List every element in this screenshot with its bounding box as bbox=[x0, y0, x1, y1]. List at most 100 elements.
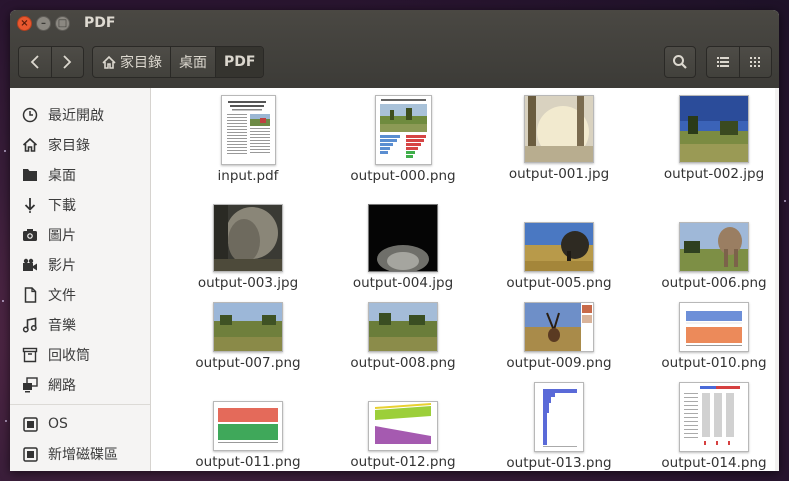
sidebar-item-label: 家目錄 bbox=[48, 138, 90, 154]
file-thumbnail bbox=[368, 401, 438, 451]
scrollbar[interactable] bbox=[775, 88, 779, 471]
file-item[interactable]: output-004.jpg bbox=[328, 204, 478, 291]
breadcrumb-home[interactable]: 家目錄 bbox=[93, 47, 170, 77]
file-item[interactable]: output-009.png bbox=[484, 302, 634, 371]
sidebar-item-network[interactable]: 網路 bbox=[10, 370, 150, 400]
file-thumbnail bbox=[368, 302, 438, 352]
file-thumbnail bbox=[679, 95, 749, 163]
file-thumbnail bbox=[220, 95, 276, 165]
trash-icon bbox=[20, 347, 40, 363]
breadcrumb-label: 桌面 bbox=[179, 55, 207, 71]
file-name: output-013.png bbox=[506, 455, 612, 471]
wallpaper-star bbox=[784, 200, 786, 202]
file-thumbnail bbox=[524, 302, 594, 352]
minimize-button[interactable]: – bbox=[36, 16, 51, 31]
sidebar-item-label: OS bbox=[48, 416, 68, 432]
file-item[interactable]: output-003.jpg bbox=[173, 204, 323, 291]
sidebar-item-recent[interactable]: 最近開啟 bbox=[10, 100, 150, 130]
search-button[interactable] bbox=[664, 46, 696, 78]
file-name: output-004.jpg bbox=[352, 275, 454, 291]
file-item[interactable]: output-013.png bbox=[484, 382, 634, 471]
file-thumbnail bbox=[374, 95, 432, 165]
file-item[interactable]: output-010.png bbox=[639, 302, 779, 371]
file-item[interactable]: output-014.png bbox=[639, 382, 779, 471]
close-button[interactable]: × bbox=[17, 16, 32, 31]
sidebar-item-label: 網路 bbox=[48, 378, 76, 394]
forward-button[interactable] bbox=[50, 47, 84, 77]
wallpaper-star bbox=[2, 300, 4, 302]
sidebar-item-pictures[interactable]: 圖片 bbox=[10, 220, 150, 250]
file-grid: input.pdf output-000.png output-001.jpg … bbox=[151, 88, 779, 471]
file-thumbnail bbox=[368, 204, 438, 272]
breadcrumb-pdf[interactable]: PDF bbox=[215, 47, 264, 77]
music-icon bbox=[20, 317, 40, 333]
file-thumbnail bbox=[679, 222, 749, 272]
file-thumbnail bbox=[213, 204, 283, 272]
list-view-button[interactable] bbox=[707, 47, 739, 77]
sidebar: 最近開啟 家目錄 桌面 下載 圖片 影片 文件 音樂 回收筒 網路 OS 新增磁… bbox=[10, 88, 151, 471]
file-name: output-000.png bbox=[350, 168, 456, 184]
back-button[interactable] bbox=[19, 47, 51, 77]
sidebar-item-label: 影片 bbox=[48, 258, 76, 274]
sidebar-item-label: 音樂 bbox=[48, 318, 76, 334]
camera-icon bbox=[20, 228, 40, 242]
file-thumbnail bbox=[524, 95, 594, 163]
breadcrumb: 家目錄 桌面 PDF bbox=[92, 46, 265, 78]
clock-icon bbox=[20, 107, 40, 123]
sidebar-item-home[interactable]: 家目錄 bbox=[10, 130, 150, 160]
sidebar-device-new-volume[interactable]: 新增磁碟區 bbox=[10, 439, 150, 469]
file-name: output-007.png bbox=[195, 355, 301, 371]
file-thumbnail bbox=[524, 222, 594, 272]
sidebar-item-label: 圖片 bbox=[48, 228, 76, 244]
file-item[interactable]: output-001.jpg bbox=[484, 95, 634, 182]
sidebar-item-downloads[interactable]: 下載 bbox=[10, 190, 150, 220]
file-item[interactable]: input.pdf bbox=[173, 95, 323, 184]
file-manager-window: × – □ PDF 家目錄 桌面 PDF 最近開啟 家目錄 桌面 下載 圖片 影… bbox=[10, 10, 779, 471]
sidebar-item-label: 下載 bbox=[48, 198, 76, 214]
sidebar-item-trash[interactable]: 回收筒 bbox=[10, 340, 150, 370]
sidebar-item-label: 桌面 bbox=[48, 168, 76, 184]
file-item[interactable]: output-012.png bbox=[328, 401, 478, 470]
sidebar-item-desktop[interactable]: 桌面 bbox=[10, 160, 150, 190]
file-item[interactable]: output-008.png bbox=[328, 302, 478, 371]
file-item[interactable]: output-000.png bbox=[328, 95, 478, 184]
wallpaper-star bbox=[5, 420, 7, 422]
file-name: output-014.png bbox=[661, 455, 767, 471]
document-icon bbox=[20, 287, 40, 303]
file-name: output-011.png bbox=[195, 454, 301, 470]
list-icon bbox=[716, 57, 729, 67]
sidebar-item-videos[interactable]: 影片 bbox=[10, 250, 150, 280]
sidebar-item-documents[interactable]: 文件 bbox=[10, 280, 150, 310]
home-icon bbox=[20, 137, 40, 153]
chevron-left-icon bbox=[30, 55, 39, 69]
file-thumbnail bbox=[534, 382, 584, 452]
file-item[interactable]: output-007.png bbox=[173, 302, 323, 371]
title-bar: × – □ PDF 家目錄 桌面 PDF bbox=[10, 10, 779, 88]
file-thumbnail bbox=[679, 382, 749, 452]
file-item[interactable]: output-011.png bbox=[173, 401, 323, 470]
file-name: output-005.png bbox=[506, 275, 612, 291]
download-icon bbox=[20, 197, 40, 213]
breadcrumb-desktop[interactable]: 桌面 bbox=[170, 47, 215, 77]
file-item[interactable]: output-006.png bbox=[639, 222, 779, 291]
sidebar-item-music[interactable]: 音樂 bbox=[10, 310, 150, 340]
film-icon bbox=[20, 258, 40, 272]
breadcrumb-label: 家目錄 bbox=[120, 55, 162, 71]
file-name: output-006.png bbox=[661, 275, 767, 291]
drive-icon bbox=[20, 416, 40, 432]
file-item[interactable]: output-005.png bbox=[484, 222, 634, 291]
sidebar-item-label: 文件 bbox=[48, 288, 76, 304]
grid-view-button[interactable] bbox=[738, 47, 772, 77]
chevron-right-icon bbox=[63, 55, 72, 69]
file-thumbnail bbox=[213, 401, 283, 451]
file-name: output-003.jpg bbox=[197, 275, 299, 291]
sidebar-device-os[interactable]: OS bbox=[10, 409, 150, 439]
toolbar: 家目錄 桌面 PDF bbox=[10, 46, 779, 88]
wallpaper-star bbox=[4, 150, 6, 152]
maximize-button[interactable]: □ bbox=[55, 16, 70, 31]
file-name: output-001.jpg bbox=[508, 166, 610, 182]
window-title: PDF bbox=[84, 15, 116, 31]
file-item[interactable]: output-002.jpg bbox=[639, 95, 779, 182]
file-name: input.pdf bbox=[217, 168, 279, 184]
network-icon bbox=[20, 377, 40, 393]
